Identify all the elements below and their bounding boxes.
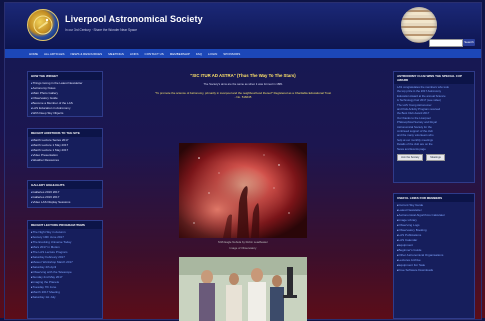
widget-title: Gallery Highlights [28, 181, 102, 189]
nav-item-sponsors[interactable]: Sponsors [223, 52, 240, 56]
nav-item-all-articles[interactable]: All Articles [44, 52, 65, 56]
motto-heading: "SIC ITUR AD ASTRA" (Thus The Way To The… [190, 73, 296, 78]
jupiter-image [401, 7, 437, 43]
widget-title: How The Widget [28, 72, 102, 80]
nav-item-links[interactable]: Links [130, 52, 139, 56]
eagle-nebula-image[interactable] [179, 143, 307, 238]
search-button[interactable]: Search [463, 39, 475, 46]
recent-additions-widget: Recent Additions to the Site March Lectu… [27, 128, 103, 168]
telescope-icon [33, 15, 53, 35]
nebula-caption: M16 Eagle Nebula by Robin Leadbeater [218, 240, 268, 244]
club-award-widget: Astronomy Club Wins the Special Cup Awar… [393, 71, 475, 183]
nav-item-meetings[interactable]: Meetings [108, 52, 124, 56]
widget-title: Recent Lecture Program Items [28, 221, 102, 229]
join-button[interactable]: Join the Society [397, 154, 424, 162]
nav-item-news-resources[interactable]: News & Resources [71, 52, 103, 56]
gallery-widget: Gallery Highlights Galleries 2016 2017 G… [27, 180, 103, 208]
meetings-button[interactable]: Meetings [426, 154, 445, 162]
nebula-illustration [179, 143, 307, 238]
list-item[interactable]: Weather Resources [31, 158, 99, 163]
about-widget: How The Widget Things Going in the Lates… [27, 71, 103, 117]
site-title[interactable]: Liverpool Astronomical Society [65, 14, 203, 24]
widget-title: Useful Links for Members [394, 194, 474, 202]
list-item[interactable]: With Deep Sky Objects [31, 111, 99, 116]
site-tagline: In our 3rd Century · Share the Wonder Ne… [65, 28, 138, 32]
list-item[interactable]: Video LAS Display Sessions [31, 200, 99, 205]
photo-caption: Image of Observatory [229, 246, 257, 250]
society-aims-text: "To promote the science of Astronomy, pr… [155, 91, 332, 100]
motto-subheading: The Society's aims are the same as when … [203, 82, 283, 86]
page: Liverpool Astronomical Society In our 3r… [4, 2, 482, 321]
member-links-widget: Useful Links for Members Current Sky Gui… [393, 193, 475, 319]
nav-item-home[interactable]: Home [29, 52, 38, 56]
main-nav: Home All Articles News & Resources Meeti… [5, 49, 481, 58]
nav-item-contact[interactable]: Contact Us [145, 52, 164, 56]
award-text-line: News and Events page [397, 146, 426, 151]
widget-title: Astronomy Club Wins the Special Cup Awar… [394, 72, 474, 84]
search-input[interactable] [429, 39, 463, 47]
widget-title: Recent Additions to the Site [28, 129, 102, 137]
list-item: Saturday 1st July [31, 295, 99, 300]
site-header: Liverpool Astronomical Society In our 3r… [5, 3, 481, 49]
list-item[interactable]: Free Software Downloads [397, 268, 471, 273]
nav-item-membership[interactable]: Membership [170, 52, 190, 56]
observatory-group-photo[interactable] [179, 257, 307, 321]
society-logo[interactable] [27, 9, 59, 41]
nav-item-faq[interactable]: FAQ [196, 52, 202, 56]
lectures-widget: Recent Lecture Program Items The Night S… [27, 220, 103, 319]
people-photo-illustration [179, 257, 307, 321]
nav-item-login[interactable]: Login [208, 52, 217, 56]
